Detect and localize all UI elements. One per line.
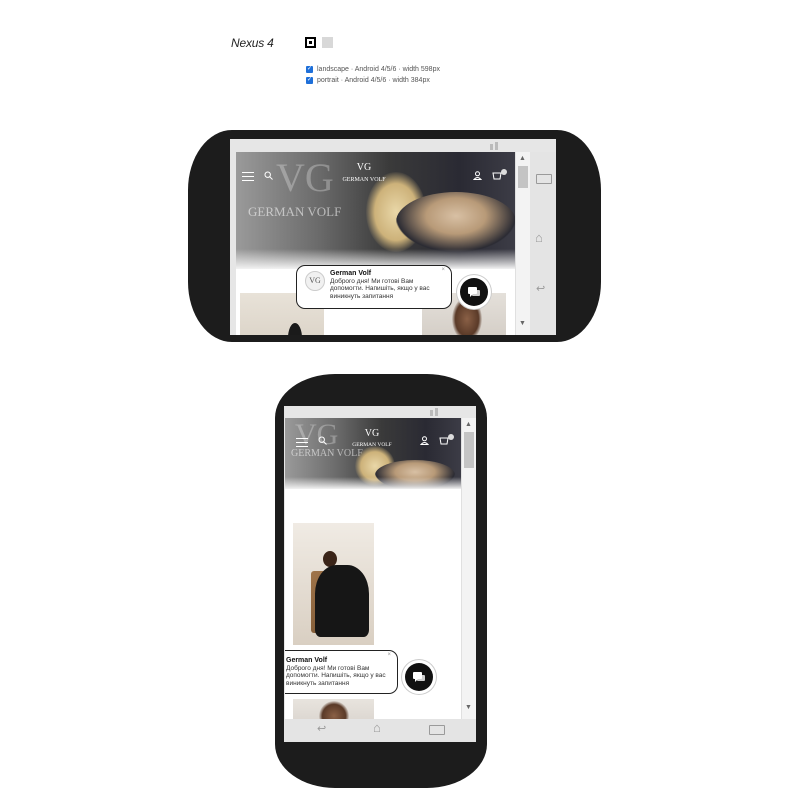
landscape-checkbox[interactable]: ✓	[306, 66, 313, 73]
landscape-android-nav: ⌂ ↩	[530, 152, 556, 335]
user-icon[interactable]	[473, 171, 482, 180]
status-signal	[490, 140, 510, 150]
hero-brand-watermark: GERMAN VOLF	[248, 204, 342, 219]
logo-text[interactable]: GERMAN VOLF	[340, 177, 388, 183]
chat-popup[interactable]: German Volf Доброго дня! Ми готові Вам д…	[285, 650, 398, 694]
scroll-thumb[interactable]	[518, 166, 528, 188]
product-card[interactable]	[293, 699, 374, 719]
chat-launcher-button[interactable]	[405, 663, 433, 691]
scroll-down-arrow[interactable]: ▼	[465, 704, 472, 711]
chat-launcher-button[interactable]	[460, 278, 488, 306]
product-model	[319, 701, 349, 719]
menu-icon[interactable]	[296, 438, 308, 447]
scroll-thumb[interactable]	[464, 432, 474, 468]
chat-close-icon[interactable]: ×	[387, 652, 391, 660]
chat-agent-name: German Volf	[286, 657, 328, 664]
scroll-up-arrow[interactable]: ▲	[519, 155, 526, 162]
color-swatch-black[interactable]	[305, 37, 316, 48]
home-icon[interactable]: ⌂	[535, 230, 543, 245]
logo-monogram[interactable]: VG	[348, 428, 396, 439]
hero-model	[396, 192, 515, 252]
scroll-up-arrow[interactable]: ▲	[465, 421, 472, 428]
back-icon[interactable]: ↩	[317, 722, 326, 735]
menu-icon[interactable]	[242, 172, 254, 181]
product-model	[288, 323, 302, 335]
chat-message: Доброго дня! Ми готові Вам допомогти. На…	[286, 664, 386, 687]
user-icon[interactable]	[420, 436, 429, 445]
chat-avatar: VG	[305, 271, 325, 291]
orientation-option-portrait[interactable]: ✓ portrait · Android 4/5/6 · width 384px	[306, 77, 430, 84]
chat-message-line: допомогти. Напишіть, якщо у вас	[330, 285, 430, 292]
portrait-status-bar	[284, 406, 476, 418]
landscape-label: landscape · Android 4/5/6 · width 598px	[317, 66, 440, 73]
search-icon[interactable]	[318, 436, 327, 445]
hero-brand-watermark: GERMAN VOLF	[291, 448, 363, 459]
cart-badge	[448, 434, 454, 440]
cart-badge	[501, 169, 507, 175]
scroll-down-arrow[interactable]: ▼	[519, 320, 526, 327]
portrait-label: portrait · Android 4/5/6 · width 384px	[317, 77, 430, 84]
logo-text[interactable]: GERMAN VOLF	[348, 442, 396, 448]
logo-monogram[interactable]: VG	[340, 162, 388, 173]
home-icon[interactable]: ⌂	[373, 720, 381, 735]
search-icon[interactable]	[264, 171, 273, 180]
color-swatch-grey[interactable]	[322, 37, 333, 48]
chat-message-line: виникнуть запитання	[330, 292, 394, 300]
recent-apps-icon[interactable]	[429, 725, 445, 735]
hero-fade	[285, 477, 461, 489]
chat-message-line: Доброго дня! Ми готові Вам	[330, 277, 414, 285]
product-card[interactable]	[293, 523, 374, 645]
portrait-scrollbar[interactable]: ▲ ▼	[461, 418, 476, 719]
chat-icon	[413, 672, 425, 682]
portrait-android-nav: ↩ ⌂	[284, 719, 476, 742]
chat-close-icon[interactable]: ×	[441, 267, 445, 275]
chat-agent-name: German Volf	[330, 270, 372, 277]
recent-apps-icon[interactable]	[536, 174, 552, 184]
back-icon[interactable]: ↩	[536, 282, 545, 295]
device-name: Nexus 4	[231, 36, 274, 50]
portrait-checkbox[interactable]: ✓	[306, 77, 313, 84]
hero-monogram: VG	[276, 155, 334, 200]
orientation-option-landscape[interactable]: ✓ landscape · Android 4/5/6 · width 598p…	[306, 66, 440, 73]
chat-icon	[468, 287, 480, 297]
landscape-scrollbar[interactable]: ▲ ▼	[515, 152, 530, 335]
product-model	[315, 565, 369, 637]
